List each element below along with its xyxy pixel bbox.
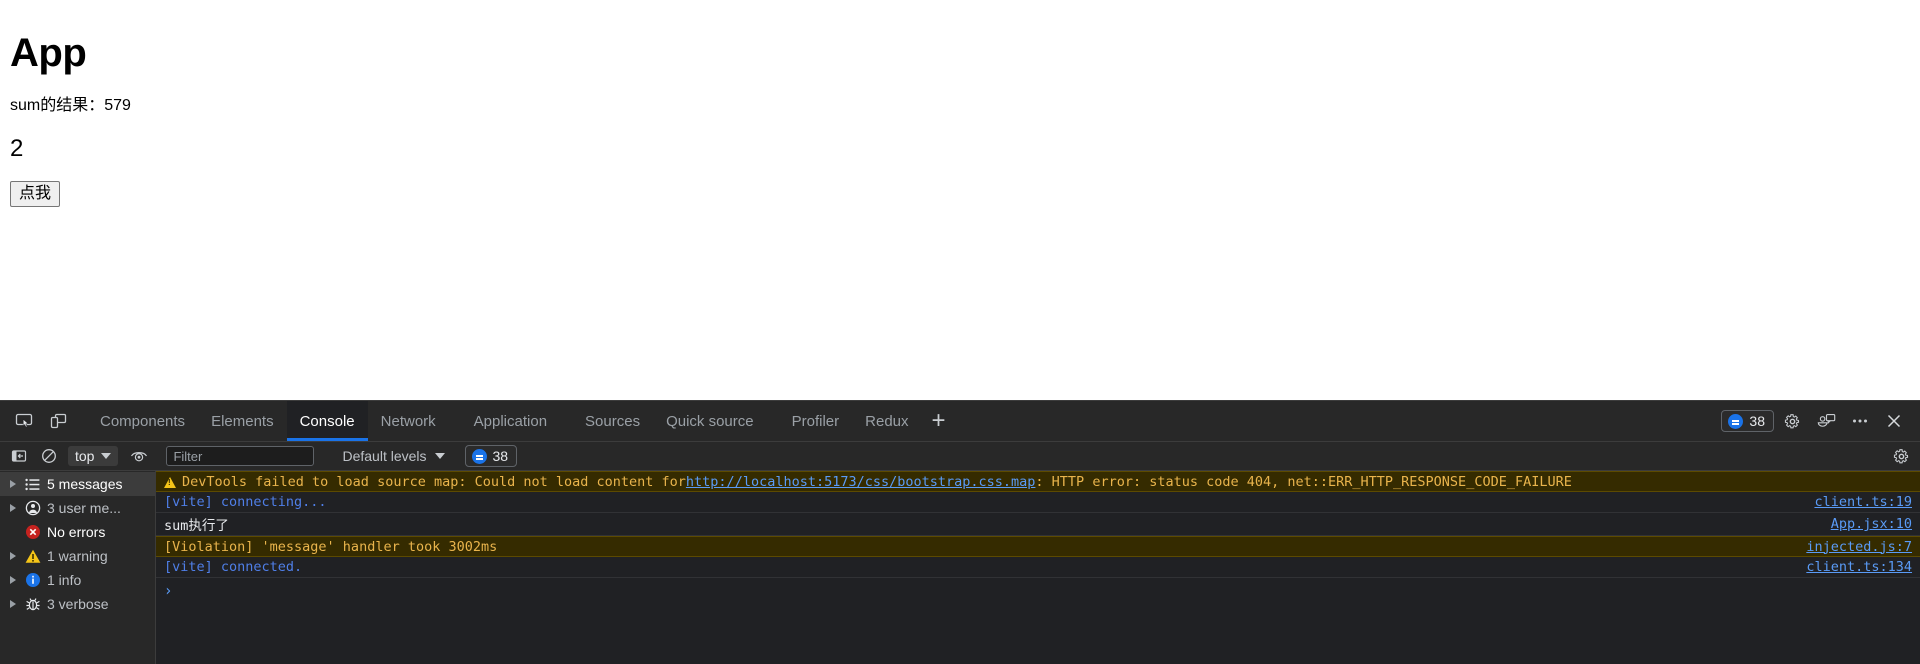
add-tab-button[interactable]: + — [922, 401, 956, 441]
console-settings-gear-icon[interactable] — [1888, 445, 1914, 467]
sidebar-item-verbose[interactable]: 3 verbose — [0, 592, 155, 616]
console-message-text: [vite] connecting... — [164, 494, 327, 510]
message-count-label: 38 — [1749, 413, 1765, 429]
console-message-row[interactable]: sum执行了 App.jsx:10 — [156, 513, 1920, 536]
source-map-url-link[interactable]: http://localhost:5173/css/bootstrap.css.… — [686, 474, 1036, 490]
tab-label: Components — [100, 413, 185, 430]
tab-profiler[interactable]: Profiler — [779, 401, 853, 441]
devtools-panel: Components Elements Console Network Appl… — [0, 400, 1920, 663]
console-message-text: DevTools failed to load source map: Coul… — [164, 474, 1572, 490]
sidebar-item-label: 1 warning — [47, 548, 108, 564]
console-message-text: [Violation] 'message' handler took 3002m… — [164, 539, 497, 555]
device-toolbar-icon[interactable] — [41, 401, 75, 441]
console-filter-input[interactable] — [166, 446, 314, 466]
message-post: : HTTP error: status code 404, net::ERR_… — [1035, 474, 1571, 490]
message-bubble-icon — [472, 449, 487, 464]
sidebar-item-label: 1 info — [47, 572, 81, 588]
console-message-row[interactable]: [vite] connecting... client.ts:19 — [156, 492, 1920, 513]
clear-console-icon[interactable] — [36, 445, 62, 467]
log-levels-select[interactable]: Default levels — [336, 446, 450, 466]
close-devtools-icon[interactable] — [1878, 405, 1910, 437]
tab-redux[interactable]: Redux — [852, 401, 921, 441]
warning-icon — [164, 477, 176, 488]
chevron-right-icon[interactable] — [8, 575, 18, 585]
list-icon — [24, 476, 41, 493]
console-message-row[interactable]: DevTools failed to load source map: Coul… — [156, 471, 1920, 492]
user-icon — [24, 500, 41, 517]
inspect-element-icon[interactable] — [7, 401, 41, 441]
tab-network[interactable]: Network — [368, 401, 449, 441]
console-toolbar: top Default levels 38 — [0, 442, 1920, 471]
tab-label: Application — [474, 413, 547, 430]
error-icon — [24, 524, 41, 541]
info-icon — [24, 572, 41, 589]
sidebar-item-errors[interactable]: No errors — [0, 520, 155, 544]
tab-quick-source[interactable]: Quick source — [653, 401, 767, 441]
live-expression-icon[interactable] — [126, 445, 152, 467]
console-message-badge[interactable]: 38 — [465, 445, 518, 467]
tab-label: Elements — [211, 413, 274, 430]
counter-value: 2 — [10, 136, 1910, 162]
devtools-tabstrip-actions: 38 — [1721, 401, 1920, 441]
execution-context-label: top — [75, 448, 94, 464]
message-pre: DevTools failed to load source map: Coul… — [182, 474, 686, 490]
prompt-chevron-icon: › — [164, 582, 172, 600]
console-message-list: DevTools failed to load source map: Coul… — [156, 471, 1920, 664]
sidebar-item-label: 5 messages — [47, 476, 122, 492]
tab-label: Sources — [585, 413, 640, 430]
chevron-placeholder-icon — [8, 527, 18, 537]
chevron-right-icon[interactable] — [8, 479, 18, 489]
settings-gear-icon[interactable] — [1776, 405, 1808, 437]
console-message-text: [vite] connected. — [164, 559, 302, 575]
execution-context-select[interactable]: top — [68, 446, 118, 466]
tab-sources[interactable]: Sources — [572, 401, 653, 441]
console-message-row[interactable]: [Violation] 'message' handler took 3002m… — [156, 536, 1920, 557]
tab-console[interactable]: Console — [287, 401, 368, 441]
message-count-badge[interactable]: 38 — [1721, 410, 1774, 432]
page-title: App — [10, 31, 1910, 75]
tab-label: Console — [300, 413, 355, 430]
message-bubble-icon — [1728, 414, 1743, 429]
more-options-icon[interactable] — [1844, 405, 1876, 437]
message-source-link[interactable]: client.ts:134 — [1806, 559, 1912, 575]
chevron-right-icon[interactable] — [8, 551, 18, 561]
sidebar-item-warnings[interactable]: 1 warning — [0, 544, 155, 568]
console-sidebar-toggle[interactable] — [6, 445, 32, 467]
devtools-tab-list: Components Elements Console Network Appl… — [87, 401, 1721, 441]
log-levels-label: Default levels — [342, 448, 426, 464]
console-prompt[interactable]: › — [156, 578, 1920, 604]
feedback-icon[interactable] — [1810, 405, 1842, 437]
tab-elements[interactable]: Elements — [198, 401, 287, 441]
sum-result-text: sum的结果：579 — [10, 96, 1910, 115]
chevron-down-icon — [101, 453, 111, 459]
console-sidebar: 5 messages 3 user me... — [0, 471, 156, 664]
chevron-right-icon[interactable] — [8, 599, 18, 609]
tab-label: Network — [381, 413, 436, 430]
chevron-down-icon — [435, 453, 445, 459]
sidebar-item-user-messages[interactable]: 3 user me... — [0, 496, 155, 520]
devtools-tabstrip: Components Elements Console Network Appl… — [0, 401, 1920, 442]
message-source-link[interactable]: injected.js:7 — [1806, 539, 1912, 555]
warning-icon — [24, 548, 41, 565]
sidebar-item-label: 3 user me... — [47, 500, 121, 516]
web-page-content: App sum的结果：579 2 点我 — [0, 0, 1920, 400]
tab-components[interactable]: Components — [87, 401, 198, 441]
bug-icon — [24, 596, 41, 613]
tab-label: Quick source — [666, 413, 754, 430]
message-source-link[interactable]: client.ts:19 — [1814, 494, 1912, 510]
sidebar-item-messages[interactable]: 5 messages — [0, 472, 155, 496]
tab-label: Profiler — [792, 413, 840, 430]
console-message-text: sum执行了 — [164, 514, 229, 534]
sidebar-item-label: No errors — [47, 524, 105, 540]
console-badge-count: 38 — [493, 448, 509, 464]
click-me-button[interactable]: 点我 — [10, 181, 60, 208]
tab-application[interactable]: Application — [461, 401, 560, 441]
tab-label: Redux — [865, 413, 908, 430]
message-source-link[interactable]: App.jsx:10 — [1831, 516, 1912, 532]
sidebar-item-info[interactable]: 1 info — [0, 568, 155, 592]
console-body: 5 messages 3 user me... — [0, 471, 1920, 664]
sidebar-item-label: 3 verbose — [47, 596, 108, 612]
console-message-row[interactable]: [vite] connected. client.ts:134 — [156, 557, 1920, 578]
chevron-right-icon[interactable] — [8, 503, 18, 513]
